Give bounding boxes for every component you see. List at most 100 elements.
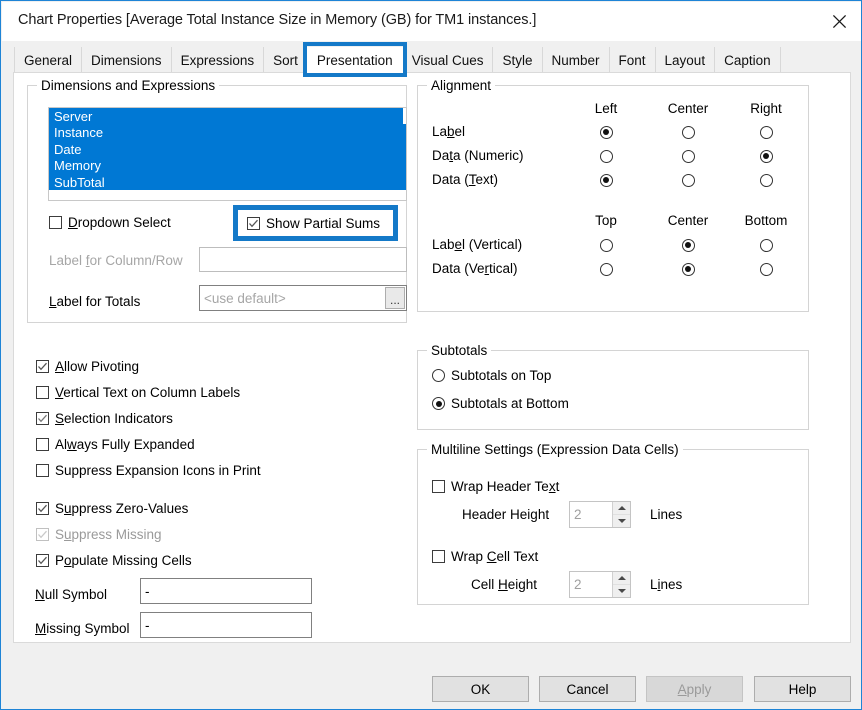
tab-label: Visual Cues: [411, 52, 484, 68]
alignment-header-top: Top: [595, 213, 617, 228]
cancel-button[interactable]: Cancel: [539, 676, 636, 702]
page-title: Chart Properties [Average Total Instance…: [18, 12, 537, 28]
spinner-up-icon[interactable]: [613, 572, 630, 584]
radio-dot: [599, 173, 613, 187]
list-item[interactable]: Instance: [49, 125, 406, 141]
show-partial-sums-checkbox[interactable]: Show Partial Sums: [247, 216, 380, 231]
radio-dot: [599, 149, 613, 163]
alignment-label-vertical-top-radio[interactable]: [593, 237, 619, 253]
radio-label: Subtotals at Bottom: [451, 396, 569, 411]
label-for-totals-placeholder: <use default>: [204, 290, 286, 306]
tab-list: General Dimensions Expressions Sort Pres…: [14, 47, 781, 73]
wrap-header-text-checkbox[interactable]: Wrap Header Text: [432, 479, 559, 494]
list-item[interactable]: SubTotal: [49, 175, 406, 191]
subtotals-on-top-radio[interactable]: Subtotals on Top: [432, 368, 551, 383]
help-button[interactable]: Help: [754, 676, 851, 702]
spinner-buttons: [612, 502, 630, 527]
checkbox-box: [36, 528, 49, 541]
checkbox-box: [432, 550, 445, 563]
alignment-data-vertical-bottom-radio[interactable]: [753, 261, 779, 277]
vertical-text-on-column-labels-checkbox[interactable]: Vertical Text on Column Labels: [36, 385, 240, 400]
alignment-data-numeric-center-radio[interactable]: [675, 148, 701, 164]
spinner-down-icon[interactable]: [613, 514, 630, 527]
cell-height-spinner[interactable]: 2: [569, 571, 631, 598]
radio-dot: [681, 238, 695, 252]
subtotals-at-bottom-radio[interactable]: Subtotals at Bottom: [432, 396, 569, 411]
header-height-spinner[interactable]: 2: [569, 501, 631, 528]
tab-label: Caption: [724, 52, 771, 68]
alignment-label-left-radio[interactable]: [593, 124, 619, 140]
suppress-zero-values-checkbox[interactable]: Suppress Zero-Values: [36, 501, 188, 516]
close-icon[interactable]: [816, 2, 861, 41]
label-for-totals-browse-button[interactable]: ...: [385, 287, 405, 309]
cell-height-value: 2: [574, 577, 582, 592]
alignment-header-bottom: Bottom: [744, 213, 788, 228]
checkbox-box: [247, 217, 260, 230]
alignment-data-text-left-radio[interactable]: [593, 172, 619, 188]
suppress-missing-checkbox: Suppress Missing: [36, 527, 162, 542]
selection-indicators-checkbox[interactable]: Selection Indicators: [36, 411, 173, 426]
alignment-data-vertical-center-radio[interactable]: [675, 261, 701, 277]
listbox-scroll-indicator[interactable]: [403, 108, 406, 124]
label-for-column-row-input[interactable]: [199, 247, 407, 272]
spinner-down-icon[interactable]: [613, 584, 630, 597]
alignment-data-numeric-right-radio[interactable]: [753, 148, 779, 164]
tab-number[interactable]: Number: [541, 47, 610, 73]
ok-button[interactable]: OK: [432, 676, 529, 702]
header-height-value: 2: [574, 507, 582, 522]
checkbox-box: [36, 360, 49, 373]
alignment-label-vertical-bottom-radio[interactable]: [753, 237, 779, 253]
checkbox-box: [36, 554, 49, 567]
header-height-label: Header Height: [462, 507, 550, 522]
list-item[interactable]: Memory: [49, 158, 406, 174]
alignment-data-text-right-radio[interactable]: [753, 172, 779, 188]
tab-visual-cues[interactable]: Visual Cues: [401, 47, 494, 73]
suppress-expansion-icons-in-print-checkbox[interactable]: Suppress Expansion Icons in Print: [36, 463, 261, 478]
tab-general[interactable]: General: [14, 47, 83, 73]
tab-expressions[interactable]: Expressions: [170, 47, 265, 73]
alignment-row-label-label: Label: [432, 124, 466, 139]
spinner-up-icon[interactable]: [613, 502, 630, 514]
alignment-label-vertical-center-radio[interactable]: [675, 237, 701, 253]
list-item[interactable]: Server: [49, 109, 406, 125]
tab-font[interactable]: Font: [608, 47, 656, 73]
alignment-header-vcenter: Center: [667, 213, 709, 228]
populate-missing-cells-checkbox[interactable]: Populate Missing Cells: [36, 553, 192, 568]
tab-label: Number: [551, 52, 600, 68]
radio-dot: [599, 262, 613, 276]
tab-dimensions[interactable]: Dimensions: [81, 47, 172, 73]
alignment-data-text-center-radio[interactable]: [675, 172, 701, 188]
checkbox-box: [36, 438, 49, 451]
dropdown-select-label-rest: ropdown Select: [77, 215, 171, 230]
radio-dot: [681, 262, 695, 276]
label-for-totals-field[interactable]: <use default>: [199, 285, 407, 311]
alignment-data-numeric-left-radio[interactable]: [593, 148, 619, 164]
alignment-row-data-numeric-label: Data (Numeric): [432, 148, 524, 163]
dropdown-select-checkbox[interactable]: Dropdown Select: [49, 215, 171, 230]
alignment-row-data-text-label: Data (Text): [432, 172, 499, 187]
alignment-data-vertical-top-radio[interactable]: [593, 261, 619, 277]
checkbox-label: Vertical Text on Column Labels: [55, 385, 241, 400]
show-partial-sums-highlight-annotation: Show Partial Sums: [233, 205, 398, 241]
presentation-tab-panel: Dimensions and Expressions Server Instan…: [13, 72, 851, 643]
checkbox-label: Suppress Zero-Values: [55, 501, 189, 516]
always-fully-expanded-checkbox[interactable]: Always Fully Expanded: [36, 437, 195, 452]
checkbox-box: [36, 502, 49, 515]
alignment-header-right: Right: [750, 101, 782, 116]
tab-caption[interactable]: Caption: [714, 47, 781, 73]
tab-style[interactable]: Style: [492, 47, 543, 73]
chart-properties-dialog: Chart Properties [Average Total Instance…: [0, 0, 862, 710]
tab-layout[interactable]: Layout: [654, 47, 716, 73]
alignment-label-center-radio[interactable]: [675, 124, 701, 140]
tab-presentation[interactable]: Presentation: [306, 47, 403, 73]
radio-dot: [599, 125, 613, 139]
list-item[interactable]: Date: [49, 142, 406, 158]
alignment-label-right-radio[interactable]: [753, 124, 779, 140]
tab-sort[interactable]: Sort: [263, 47, 308, 73]
alignment-group: Alignment Left Center Right Label Data (…: [417, 78, 809, 312]
dimensions-expressions-listbox[interactable]: Server Instance Date Memory SubTotal: [48, 107, 407, 201]
null-symbol-input[interactable]: [140, 578, 312, 604]
missing-symbol-input[interactable]: [140, 612, 312, 638]
wrap-cell-text-checkbox[interactable]: Wrap Cell Text: [432, 549, 538, 564]
allow-pivoting-checkbox[interactable]: Allow Pivoting: [36, 359, 139, 374]
